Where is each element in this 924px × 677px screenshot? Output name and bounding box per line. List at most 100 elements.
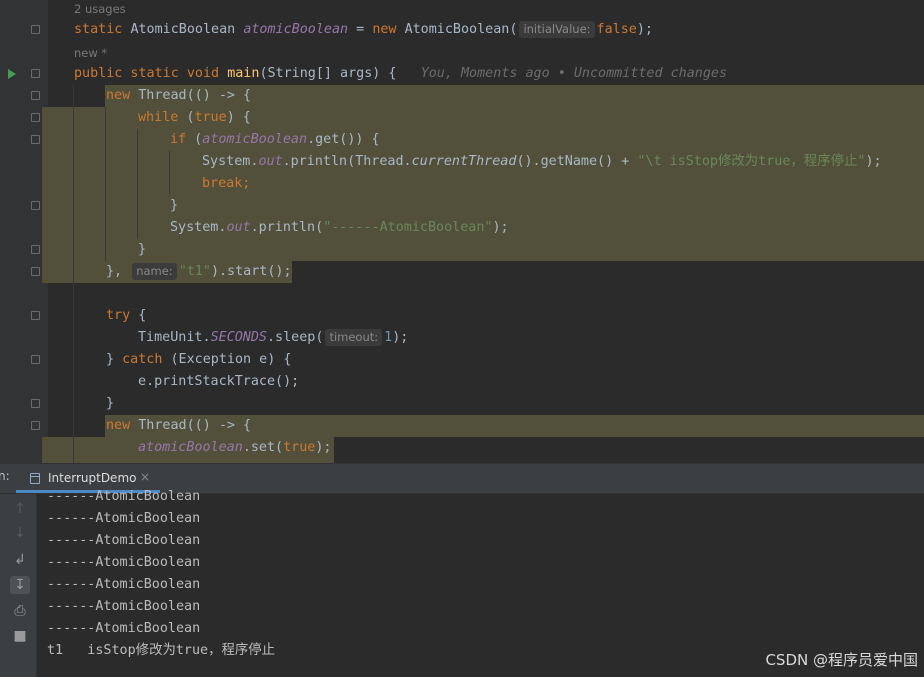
new-hint[interactable]: new * bbox=[74, 44, 107, 62]
code-line[interactable]: } bbox=[0, 393, 924, 415]
field-name: atomicBoolean bbox=[138, 440, 243, 455]
literal-true: true bbox=[283, 440, 316, 455]
code-token: ( bbox=[186, 132, 203, 147]
keyword-try: try bbox=[106, 308, 131, 323]
number-literal: 1 bbox=[384, 330, 393, 345]
param-hint: initialValue: bbox=[519, 21, 595, 38]
print-icon[interactable]: ⎙ bbox=[10, 602, 30, 620]
field-name: atomicBoolean bbox=[243, 22, 349, 37]
code-token: ); bbox=[492, 220, 509, 235]
tab-label: InterruptDemo bbox=[48, 471, 137, 485]
run-tool-label: n: bbox=[0, 469, 10, 483]
closing-brace: } bbox=[106, 396, 115, 411]
string-literal: "t1" bbox=[178, 264, 211, 279]
param-hint: timeout: bbox=[325, 329, 383, 346]
keyword-new: new bbox=[106, 418, 131, 433]
console-output-line: ------AtomicBoolean bbox=[47, 621, 201, 636]
code-token: .get()) { bbox=[307, 132, 380, 147]
string-literal: "\t isStop修改为true，程序停止" bbox=[637, 154, 866, 169]
blame-annotation: You, Moments ago • Uncommitted changes bbox=[420, 66, 728, 81]
console-output-line: ------AtomicBoolean bbox=[47, 599, 201, 614]
code-line[interactable]: } bbox=[0, 195, 924, 217]
keyword-new: new bbox=[372, 22, 397, 37]
code-line[interactable]: System.out.println(Thread.currentThread(… bbox=[0, 151, 924, 173]
code-token: .sleep( bbox=[267, 330, 324, 345]
code-token: (Exception e) { bbox=[162, 352, 292, 367]
static-field: out bbox=[258, 154, 283, 169]
code-token: .println(Thread. bbox=[282, 154, 412, 169]
closing-brace: } bbox=[138, 242, 147, 257]
console-output-line: t1 isStop修改为true，程序停止 bbox=[47, 643, 276, 658]
code-token: e.printStackTrace(); bbox=[138, 374, 300, 389]
code-line[interactable]: if (atomicBoolean.get()) { bbox=[0, 129, 924, 151]
keyword-if: if bbox=[170, 132, 187, 147]
code-line[interactable]: System.out.println("------AtomicBoolean"… bbox=[0, 217, 924, 239]
code-token: ); bbox=[392, 330, 409, 345]
code-line[interactable]: while (true) { bbox=[0, 107, 924, 129]
code-line[interactable]: }, name: "t1").start(); bbox=[0, 261, 924, 283]
code-token: ( bbox=[178, 110, 195, 125]
code-token: Thread(() -> { bbox=[130, 88, 252, 103]
code-line[interactable]: new Thread(() -> { bbox=[0, 85, 924, 107]
console-output-line: ------AtomicBoolean bbox=[47, 577, 201, 592]
method-name: main bbox=[227, 66, 260, 81]
trash-icon[interactable]: ■ bbox=[10, 627, 30, 645]
code-token: ); bbox=[315, 440, 332, 455]
code-token: System. bbox=[202, 154, 259, 169]
code-token: ) { bbox=[226, 110, 251, 125]
code-token: Thread(() -> { bbox=[130, 418, 252, 433]
code-line[interactable]: break; bbox=[0, 173, 924, 195]
literal-true: true bbox=[194, 110, 227, 125]
code-token: { bbox=[130, 308, 147, 323]
up-arrow-icon[interactable]: ↑ bbox=[10, 500, 30, 518]
code-token: ).start(); bbox=[210, 264, 292, 279]
code-line[interactable]: try { bbox=[0, 305, 924, 327]
enum-constant: SECONDS bbox=[210, 330, 267, 345]
static-method: currentThread bbox=[411, 154, 517, 169]
code-token: ); bbox=[865, 154, 882, 169]
code-token: ().getName() + bbox=[516, 154, 638, 169]
code-token: TimeUnit. bbox=[138, 330, 211, 345]
code-line[interactable]: atomicBoolean.set(true); bbox=[0, 437, 924, 459]
soft-wrap-icon[interactable]: ↲ bbox=[10, 551, 30, 569]
code-editor[interactable]: 2 usages static AtomicBoolean atomicBool… bbox=[0, 0, 924, 463]
code-line[interactable]: public static void main(String[] args) {… bbox=[0, 63, 924, 85]
code-token: ); bbox=[636, 22, 653, 37]
close-icon[interactable]: × bbox=[140, 470, 150, 484]
literal-false: false bbox=[596, 22, 637, 37]
watermark: CSDN @程序员爱中国 bbox=[765, 651, 918, 669]
run-toolbar: ↑ ↓ ↲ ↧ ⎙ ■ bbox=[0, 494, 37, 677]
closing-brace: } bbox=[170, 198, 179, 213]
param-hint: name: bbox=[132, 263, 177, 280]
field-name: atomicBoolean bbox=[202, 132, 308, 147]
usages-hint[interactable]: 2 usages bbox=[74, 0, 126, 18]
string-literal: "------AtomicBoolean" bbox=[323, 220, 493, 235]
keyword-modifiers: public static void bbox=[74, 66, 220, 81]
code-line[interactable]: e.printStackTrace(); bbox=[0, 371, 924, 393]
keyword-catch: catch bbox=[122, 352, 163, 367]
code-line[interactable]: } bbox=[0, 239, 924, 261]
run-panel: n: InterruptDemo × ↑ ↓ ↲ ↧ ⎙ ■ ------Ato… bbox=[0, 463, 924, 677]
keyword-break: break; bbox=[202, 176, 251, 191]
code-token: .println( bbox=[250, 220, 324, 235]
console-icon bbox=[30, 473, 40, 484]
code-line[interactable]: static AtomicBoolean atomicBoolean = new… bbox=[0, 19, 924, 41]
console-output-line: ------AtomicBoolean bbox=[47, 511, 201, 526]
code-line[interactable]: } catch (Exception e) { bbox=[0, 349, 924, 371]
static-field: out bbox=[226, 220, 251, 235]
console-output-line: ------AtomicBoolean bbox=[47, 489, 201, 504]
keyword-static: static bbox=[74, 22, 123, 37]
scroll-to-end-icon[interactable]: ↧ bbox=[10, 576, 30, 594]
console-output-line: ------AtomicBoolean bbox=[47, 555, 201, 570]
down-arrow-icon[interactable]: ↓ bbox=[10, 524, 30, 542]
code-token: .set( bbox=[242, 440, 284, 455]
method-params: (String[] args) { bbox=[259, 66, 397, 81]
code-token: }, bbox=[106, 264, 123, 279]
constructor-call: AtomicBoolean( bbox=[404, 22, 518, 37]
code-token: System. bbox=[170, 220, 227, 235]
code-line[interactable]: TimeUnit.SECONDS.sleep(timeout: 1); bbox=[0, 327, 924, 349]
code-line[interactable]: new Thread(() -> { bbox=[0, 415, 924, 437]
operator: = bbox=[348, 22, 373, 37]
code-token: } bbox=[106, 352, 123, 367]
console-output-line: ------AtomicBoolean bbox=[47, 533, 201, 548]
